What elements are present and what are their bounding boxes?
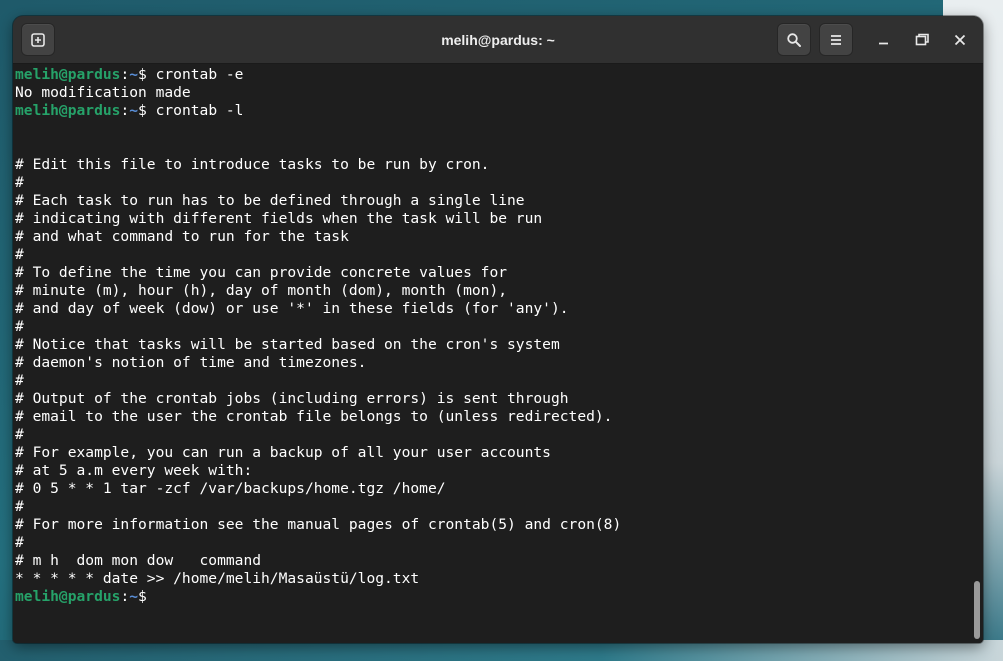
output-line: # (15, 534, 24, 551)
minimize-button[interactable] (872, 28, 896, 52)
output-line: # Notice that tasks will be started base… (15, 336, 560, 353)
prompt-path: ~ (129, 66, 139, 83)
output-line: # Each task to run has to be defined thr… (15, 192, 525, 209)
output-line: # For example, you can run a backup of a… (15, 444, 551, 461)
search-icon (787, 33, 801, 47)
maximize-button[interactable] (910, 28, 934, 52)
terminal-window: melih@pardus: ~ melih@pardus:~$ crontab … (13, 16, 983, 643)
scrollbar[interactable] (971, 64, 983, 643)
output-line: # indicating with different fields when … (15, 210, 543, 227)
menu-button[interactable] (819, 23, 853, 56)
output-line: # (15, 498, 24, 515)
output-line: # email to the user the crontab file bel… (15, 408, 613, 425)
output-line: No modification made (15, 84, 191, 101)
output-line: # (15, 372, 24, 389)
headerbar: melih@pardus: ~ (13, 16, 983, 64)
output-line: # (15, 426, 24, 443)
output-line: # (15, 174, 24, 191)
output-line: # and day of week (dow) or use '*' in th… (15, 300, 569, 317)
prompt-path: ~ (129, 102, 139, 119)
prompt-colon: : (120, 66, 130, 83)
close-icon (954, 34, 966, 46)
command-text: crontab -l (155, 102, 244, 119)
output-line: # Output of the crontab jobs (including … (15, 390, 569, 407)
command-text: crontab -e (155, 66, 244, 83)
window-title: melih@pardus: ~ (441, 32, 555, 48)
new-tab-icon (31, 33, 45, 47)
prompt-user-host: melih@pardus (15, 588, 121, 605)
output-line: # Edit this file to introduce tasks to b… (15, 156, 490, 173)
output-line: # For more information see the manual pa… (15, 516, 622, 533)
prompt-user-host: melih@pardus (15, 66, 121, 83)
output-line: # (15, 318, 24, 335)
prompt-line: melih@pardus:~$ crontab -e (15, 66, 971, 84)
output-line: # at 5 a.m every week with: (15, 462, 253, 479)
output-line: # To define the time you can provide con… (15, 264, 508, 281)
prompt-line: melih@pardus:~$ crontab -l (15, 102, 971, 120)
prompt-user-host: melih@pardus (15, 102, 121, 119)
prompt-symbol: $ (138, 66, 156, 83)
output-line: # m h dom mon dow command (15, 552, 262, 569)
prompt-path: ~ (129, 588, 139, 605)
minimize-icon (879, 42, 888, 45)
new-tab-button[interactable] (21, 23, 55, 56)
prompt-line: melih@pardus:~$ (15, 588, 971, 606)
output-line: # (15, 246, 24, 263)
prompt-colon: : (120, 102, 130, 119)
prompt-colon: : (120, 588, 130, 605)
output-line: # 0 5 * * 1 tar -zcf /var/backups/home.t… (15, 480, 446, 497)
prompt-symbol: $ (138, 102, 156, 119)
maximize-icon (915, 33, 929, 46)
output-line: # and what command to run for the task (15, 228, 349, 245)
search-button[interactable] (777, 23, 811, 56)
scrollbar-thumb[interactable] (974, 581, 980, 639)
output-line: # minute (m), hour (h), day of month (do… (15, 282, 508, 299)
terminal-output[interactable]: melih@pardus:~$ crontab -e No modificatio… (13, 64, 971, 643)
close-button[interactable] (948, 28, 972, 52)
hamburger-menu-icon (831, 35, 841, 45)
desktop-wallpaper-bottom (0, 640, 1003, 661)
prompt-symbol: $ (138, 588, 156, 605)
output-line: * * * * * date >> /home/melih/Masaüstü/l… (15, 570, 420, 587)
output-line: # daemon's notion of time and timezones. (15, 354, 367, 371)
